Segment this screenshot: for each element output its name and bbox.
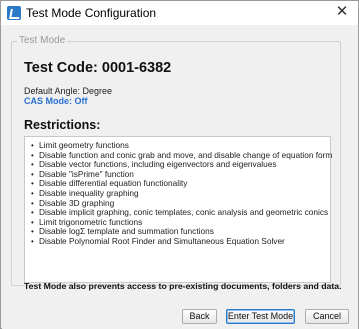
window-title: Test Mode Configuration xyxy=(26,6,157,20)
restrictions-heading: Restrictions: xyxy=(24,118,101,132)
app-icon xyxy=(7,6,21,20)
enter-test-mode-button[interactable]: Enter Test Mode xyxy=(226,309,295,324)
restrictions-list: Limit geometry functions Disable functio… xyxy=(25,137,332,247)
close-icon[interactable]: ✕ xyxy=(332,2,352,22)
list-item: Disable Polynomial Root Finder and Simul… xyxy=(31,236,330,247)
dialog-content: Test Mode Test Code: 0001-6382 Default A… xyxy=(2,25,358,329)
test-code-heading: Test Code: 0001-6382 xyxy=(24,60,172,76)
cancel-button[interactable]: Cancel xyxy=(305,309,349,324)
test-mode-dialog: Test Mode Configuration ✕ Test Mode Test… xyxy=(0,0,359,329)
restrictions-list-box[interactable]: Limit geometry functions Disable functio… xyxy=(24,136,332,283)
back-button[interactable]: Back xyxy=(182,309,217,324)
cas-mode-label: CAS Mode: Off xyxy=(24,96,88,106)
title-bar: Test Mode Configuration ✕ xyxy=(1,1,358,25)
default-angle-label: Default Angle: Degree xyxy=(24,86,113,96)
footer-note: Test Mode also prevents access to pre-ex… xyxy=(24,281,342,291)
group-legend: Test Mode xyxy=(17,35,68,46)
